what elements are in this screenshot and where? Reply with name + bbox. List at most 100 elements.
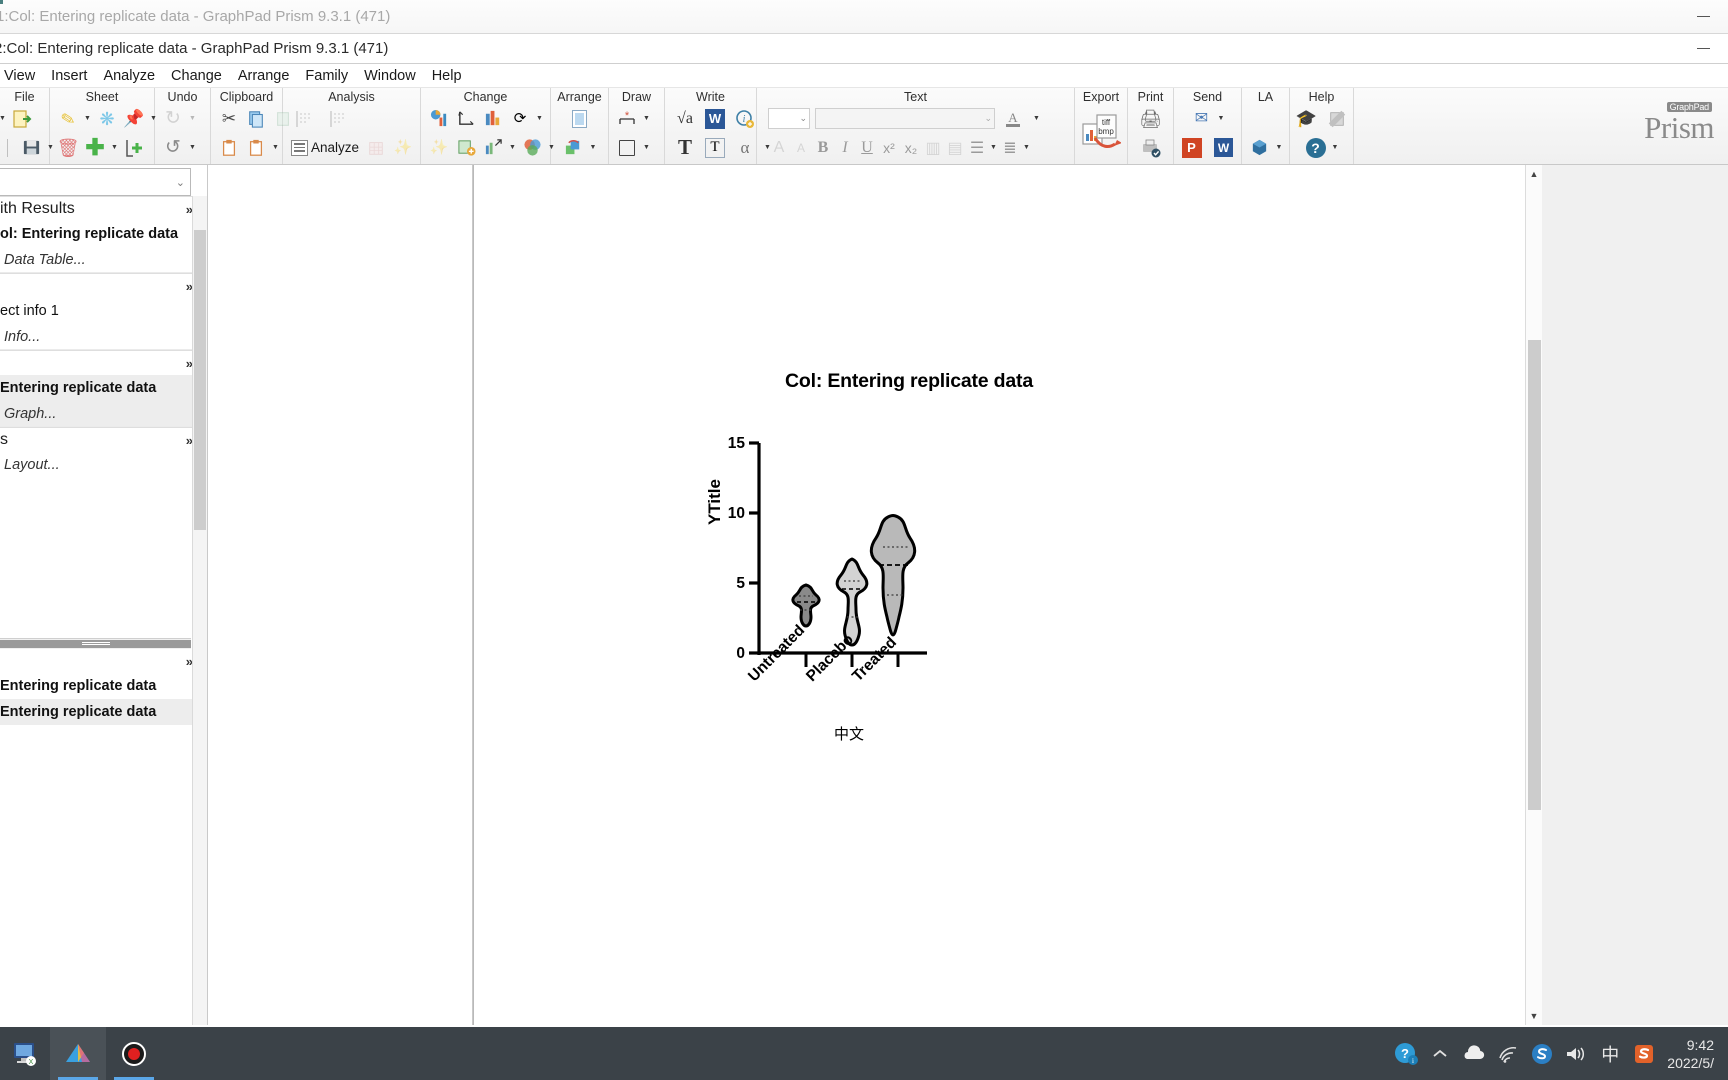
canvas-vertical-scrollbar[interactable]: ▲ ▼ [1525,165,1542,1025]
tray-ime-chinese-icon[interactable]: 中 [1593,1027,1627,1080]
text-box-tool-icon[interactable]: T [702,135,728,161]
print-icon[interactable]: 🖨 [1138,106,1164,132]
word-insert-icon[interactable]: W [702,106,728,132]
file-open-caret[interactable] [0,106,8,132]
inner-window-titlebar[interactable]: 2:Col: Entering replicate data - GraphPa… [0,34,1728,64]
nav-sub-info[interactable]: Info... [0,324,207,350]
tray-volume-icon[interactable] [1559,1027,1593,1080]
canvas-vscroll-thumb[interactable] [1528,340,1541,810]
guides-icon[interactable] [1324,106,1350,132]
bold-button[interactable]: B [812,139,834,157]
section-layouts-chevron-icon[interactable]: » [186,433,193,448]
delete-sheet-icon[interactable]: 🗑 [55,135,81,161]
insert-info-icon[interactable]: i [732,106,758,132]
la-cube-icon[interactable] [1247,135,1273,161]
line-spacing-icon[interactable]: ≣ [999,138,1021,158]
analysis-wand-icon[interactable]: ✨ [390,135,416,161]
help-caret[interactable] [1330,135,1341,161]
font-name-select[interactable]: ⌄ [815,108,995,129]
sidebar-vertical-scrollbar[interactable] [192,196,207,1025]
tray-cloud-icon[interactable] [1457,1027,1491,1080]
highlight-pencil-icon[interactable]: ✎ [53,103,84,134]
menu-item-insert[interactable]: Insert [43,68,95,84]
freeze-snowflake-icon[interactable]: ❋ [94,106,120,132]
line-spacing-caret[interactable] [1021,135,1032,161]
section-info-chevron-icon[interactable]: » [186,279,193,294]
align-icon[interactable]: ☰ [966,138,988,158]
section-results-header[interactable]: ith Results » [0,196,207,221]
arrange-rotate-icon[interactable] [561,135,587,161]
pin-icon[interactable]: 📌 [121,106,147,132]
violin-chart[interactable]: Col: Entering replicate data YTitle 15 1… [699,370,1119,790]
arrange-frame-icon[interactable] [567,106,593,132]
la-cube-caret[interactable] [1274,135,1285,161]
tray-chevron-up-icon[interactable] [1423,1027,1457,1080]
scroll-up-icon[interactable]: ▲ [1526,165,1543,183]
redo-icon[interactable]: ↻ [160,106,186,132]
paste-icon[interactable] [216,135,242,161]
italic-button[interactable]: I [834,139,856,157]
menu-item-window[interactable]: Window [356,68,424,84]
menu-item-family[interactable]: Family [297,68,356,84]
analysis-parameters-icon[interactable] [326,106,352,132]
print-preview-icon[interactable] [1138,135,1164,161]
section-graphs-chevron-icon[interactable]: » [186,356,193,371]
duplicate-sheet-icon[interactable] [121,135,147,161]
scroll-down-icon[interactable]: ▼ [1526,1007,1543,1025]
change-resize-icon[interactable] [480,135,506,161]
paste-special-icon[interactable] [243,135,269,161]
menu-item-analyze[interactable]: Analyze [95,68,163,84]
taskbar-app-recorder[interactable] [106,1027,162,1080]
sidebar-horizontal-scrollbar[interactable] [0,638,191,649]
new-sheet-caret[interactable] [109,135,120,161]
section-family-chevron-icon[interactable]: » [186,654,193,669]
outer-window-titlebar[interactable]: 1:Col: Entering replicate data - GraphPa… [0,0,1728,34]
learn-graduation-icon[interactable]: 🎓 [1294,106,1320,132]
change-graph-type-icon[interactable] [426,106,452,132]
send-powerpoint-icon[interactable]: P [1179,135,1205,161]
analysis-table-icon[interactable] [363,135,389,161]
change-magic-icon[interactable]: ✨ [426,135,452,161]
font-color-icon[interactable]: A [1000,106,1026,132]
nav-item-data-table[interactable]: ol: Entering replicate data [0,221,207,247]
taskbar-app-remote-desktop[interactable]: X [0,1027,50,1080]
help-question-icon[interactable]: ? [1303,135,1329,161]
greek-symbol-icon[interactable]: α [732,135,758,161]
sidebar-vscroll-thumb[interactable] [194,230,206,530]
tray-help-icon[interactable]: ? i [1389,1027,1423,1080]
new-sheet-icon[interactable]: ✚ [82,135,108,161]
nav-item-graph[interactable]: Entering replicate data [0,375,207,401]
decrease-font-icon[interactable]: A [790,141,812,155]
increase-font-icon[interactable]: A [768,139,790,157]
copy-icon[interactable] [243,106,269,132]
export-icon[interactable]: tiff bmp [1081,110,1121,156]
save-icon[interactable] [18,135,44,161]
graph-canvas[interactable]: Col: Entering replicate data YTitle 15 1… [473,165,1542,1025]
superscript-button[interactable]: x² [878,140,900,156]
align-caret[interactable] [988,135,999,161]
tray-sogou-input-icon[interactable] [1627,1027,1661,1080]
font-color-caret[interactable] [1031,106,1042,132]
taskbar-clock[interactable]: 9:42 2022/5/ [1661,1036,1720,1072]
draw-rectangle-icon[interactable] [614,135,640,161]
new-file-icon[interactable] [9,106,35,132]
send-email-icon[interactable]: ✉ [1189,106,1215,132]
section-layouts-header[interactable]: s » [0,427,207,452]
change-colors-icon[interactable] [519,135,545,161]
text-tool-icon[interactable]: T [672,135,698,161]
cut-icon[interactable]: ✂ [216,106,242,132]
section-results-chevron-icon[interactable]: » [186,202,193,217]
family-item-graph[interactable]: Entering replicate data [0,699,207,725]
section-info-header[interactable]: » [0,273,207,298]
text-wrap-icon[interactable]: ▤ [944,138,966,158]
highlight-caret[interactable] [82,106,93,132]
change-add-graph-icon[interactable] [453,135,479,161]
send-email-caret[interactable] [1216,106,1227,132]
nav-sub-layout[interactable]: Layout... [0,452,207,478]
tray-wifi-icon[interactable] [1491,1027,1525,1080]
subscript-button[interactable]: x₂ [900,140,922,156]
font-size-select[interactable]: ⌄ [768,108,810,129]
navigator-dropdown[interactable]: ⌄ [0,168,191,196]
change-refresh-icon[interactable]: ⟳ [507,106,533,132]
section-graphs-header[interactable]: » [0,350,207,375]
